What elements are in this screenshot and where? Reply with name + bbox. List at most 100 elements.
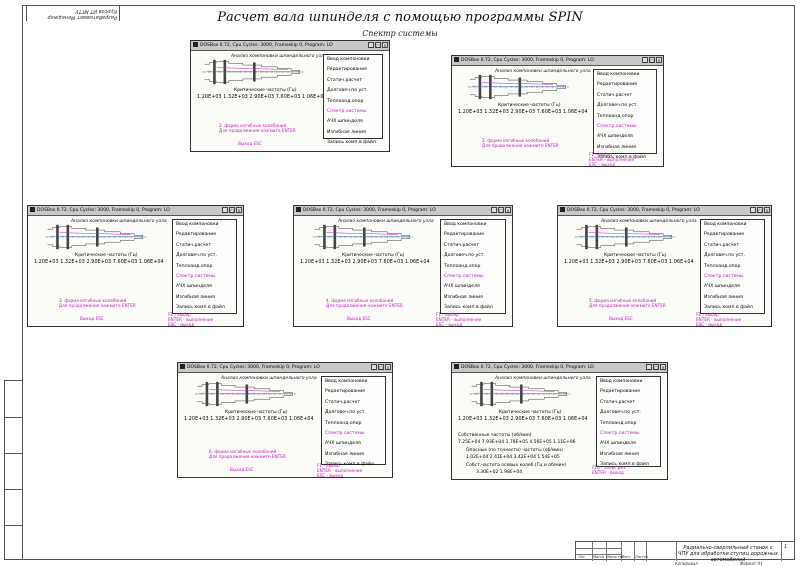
menu-item-5[interactable]: Теплоанд.опор <box>173 262 236 272</box>
menu-item-3[interactable]: Статич.расчет <box>324 76 382 86</box>
close-button[interactable]: × <box>382 42 388 48</box>
tb-copied: Копировал <box>675 561 698 566</box>
maximize-button[interactable]: □ <box>649 57 655 63</box>
main-menu[interactable]: Ввод компоновки Редактирование Статич.расч… <box>596 376 661 467</box>
window-title: DOSBox 0.72, Cpu Cycles: 3000, Frameskip… <box>303 208 436 213</box>
menu-item-5[interactable]: Теплоанд.опор <box>594 112 656 122</box>
maximize-button[interactable]: □ <box>375 42 381 48</box>
menu-item-6[interactable]: Спектр системы <box>597 429 660 439</box>
menu-item-1[interactable]: Ввод компоновки <box>173 220 236 230</box>
menu-item-5[interactable]: Теплоанд.опор <box>597 419 660 429</box>
menu-item-2[interactable]: Редактирование <box>322 387 385 397</box>
dosbox-window-4[interactable]: DOSBox 0.72, Cpu Cycles: 3000, Frameskip… <box>293 205 513 327</box>
menu-item-2[interactable]: Редактирование <box>324 65 382 75</box>
main-menu[interactable]: Ввод компоновки Редактирование Статич.расч… <box>323 54 383 145</box>
menu-item-5[interactable]: Теплоанд.опор <box>324 97 382 107</box>
menu-item-7[interactable]: АЧХ шпинделя <box>597 439 660 449</box>
main-menu[interactable]: Ввод компоновки Редактирование Статич.расч… <box>700 219 765 314</box>
menu-item-8[interactable]: Изгибная линия <box>701 293 764 303</box>
title-block: Радиально-сверлильный станок с ЧПУ для о… <box>575 541 795 563</box>
maximize-button[interactable]: □ <box>653 364 659 370</box>
close-button[interactable]: × <box>656 57 662 63</box>
menu-item-2[interactable]: Редактирование <box>597 387 660 397</box>
menu-item-4[interactable]: Долговеч.по уст. <box>173 251 236 261</box>
menu-item-8[interactable]: Изгибная линия <box>441 293 505 303</box>
maximize-button[interactable]: □ <box>498 207 504 213</box>
dosbox-window-7[interactable]: DOSBox 0.72, Cpu Cycles: 3000, Frameskip… <box>451 362 668 480</box>
main-menu[interactable]: Ввод компоновки Редактирование Статич.расч… <box>593 69 657 160</box>
main-menu[interactable]: Ввод компоновки Редактирование Статич.расч… <box>321 376 386 467</box>
menu-item-7[interactable]: АЧХ шпинделя <box>324 117 382 127</box>
maximize-button[interactable]: □ <box>229 207 235 213</box>
dosbox-window-6[interactable]: DOSBox 0.72, Cpu Cycles: 3000, Frameskip… <box>177 362 393 478</box>
menu-item-4[interactable]: Долговеч.по уст. <box>324 86 382 96</box>
menu-item-3[interactable]: Статич.расчет <box>441 241 505 251</box>
minimize-button[interactable]: _ <box>371 364 377 370</box>
axial-freq-values: 3.30E+02 1.98E+04 <box>476 470 523 475</box>
dosbox-window-5[interactable]: DOSBox 0.72, Cpu Cycles: 3000, Frameskip… <box>557 205 772 327</box>
menu-item-6[interactable]: Спектр системы <box>594 122 656 132</box>
minimize-button[interactable]: _ <box>750 207 756 213</box>
menu-item-7[interactable]: АЧХ шпинделя <box>441 282 505 292</box>
close-button[interactable]: × <box>236 207 242 213</box>
exit-hint: Выход ESC <box>80 316 104 321</box>
menu-item-3[interactable]: Статич.расчет <box>597 398 660 408</box>
close-button[interactable]: × <box>505 207 511 213</box>
menu-item-6[interactable]: Спектр системы <box>441 272 505 282</box>
menu-item-3[interactable]: Статич.расчет <box>173 241 236 251</box>
minimize-button[interactable]: _ <box>368 42 374 48</box>
menu-item-3[interactable]: Статич.расчет <box>322 398 385 408</box>
menu-item-1[interactable]: Ввод компоновки <box>322 377 385 387</box>
maximize-button[interactable]: □ <box>378 364 384 370</box>
menu-item-8[interactable]: Изгибная линия <box>173 293 236 303</box>
menu-item-9[interactable]: Запись комп.в файл <box>324 138 382 148</box>
menu-item-2[interactable]: Редактирование <box>701 230 764 240</box>
window-body: Анализ компоновки шпиндельного узла Крит… <box>191 50 389 151</box>
close-button[interactable]: × <box>385 364 391 370</box>
menu-item-1[interactable]: Ввод компоновки <box>597 377 660 387</box>
dosbox-window-1[interactable]: DOSBox 0.72, Cpu Cycles: 3000, Frameskip… <box>190 40 390 152</box>
menu-item-4[interactable]: Долговеч.по уст. <box>597 408 660 418</box>
menu-item-2[interactable]: Редактирование <box>441 230 505 240</box>
menu-item-7[interactable]: АЧХ шпинделя <box>322 439 385 449</box>
menu-item-1[interactable]: Ввод компоновки <box>441 220 505 230</box>
dosbox-window-3[interactable]: DOSBox 0.72, Cpu Cycles: 3000, Frameskip… <box>27 205 244 327</box>
menu-item-1[interactable]: Ввод компоновки <box>324 55 382 65</box>
menu-item-4[interactable]: Долговеч.по уст. <box>441 251 505 261</box>
main-menu[interactable]: Ввод компоновки Редактирование Статич.расч… <box>172 219 237 314</box>
menu-item-4[interactable]: Долговеч.по уст. <box>594 101 656 111</box>
menu-item-2[interactable]: Редактирование <box>594 80 656 90</box>
menu-item-2[interactable]: Редактирование <box>173 230 236 240</box>
menu-item-5[interactable]: Теплоанд.опор <box>441 262 505 272</box>
menu-item-8[interactable]: Изгибная линия <box>597 450 660 460</box>
maximize-button[interactable]: □ <box>757 207 763 213</box>
menu-item-3[interactable]: Статич.расчет <box>701 241 764 251</box>
menu-item-3[interactable]: Статич.расчет <box>594 91 656 101</box>
minimize-button[interactable]: _ <box>642 57 648 63</box>
menu-item-6[interactable]: Спектр системы <box>173 272 236 282</box>
menu-item-1[interactable]: Ввод компоновки <box>701 220 764 230</box>
close-button[interactable]: × <box>764 207 770 213</box>
menu-item-6[interactable]: Спектр системы <box>324 107 382 117</box>
dosbox-app-icon <box>454 364 459 369</box>
menu-item-7[interactable]: АЧХ шпинделя <box>173 282 236 292</box>
menu-item-1[interactable]: Ввод компоновки <box>594 70 656 80</box>
window-body: Анализ компоновки шпиндельного узла Крит… <box>558 215 771 326</box>
menu-item-4[interactable]: Долговеч.по уст. <box>701 251 764 261</box>
menu-item-8[interactable]: Изгибная линия <box>322 450 385 460</box>
menu-item-5[interactable]: Теплоанд.опор <box>322 419 385 429</box>
menu-item-6[interactable]: Спектр системы <box>322 429 385 439</box>
minimize-button[interactable]: _ <box>222 207 228 213</box>
close-button[interactable]: × <box>660 364 666 370</box>
menu-item-5[interactable]: Теплоанд.опор <box>701 262 764 272</box>
menu-item-4[interactable]: Долговеч.по уст. <box>322 408 385 418</box>
menu-item-7[interactable]: АЧХ шпинделя <box>701 282 764 292</box>
menu-item-7[interactable]: АЧХ шпинделя <box>594 132 656 142</box>
dosbox-window-2[interactable]: DOSBox 0.72, Cpu Cycles: 3000, Frameskip… <box>451 55 664 167</box>
minimize-button[interactable]: _ <box>646 364 652 370</box>
minimize-button[interactable]: _ <box>491 207 497 213</box>
main-menu[interactable]: Ввод компоновки Редактирование Статич.расч… <box>440 219 506 314</box>
menu-item-6[interactable]: Спектр системы <box>701 272 764 282</box>
dosbox-app-icon <box>180 364 185 369</box>
menu-item-8[interactable]: Изгибная линия <box>324 128 382 138</box>
